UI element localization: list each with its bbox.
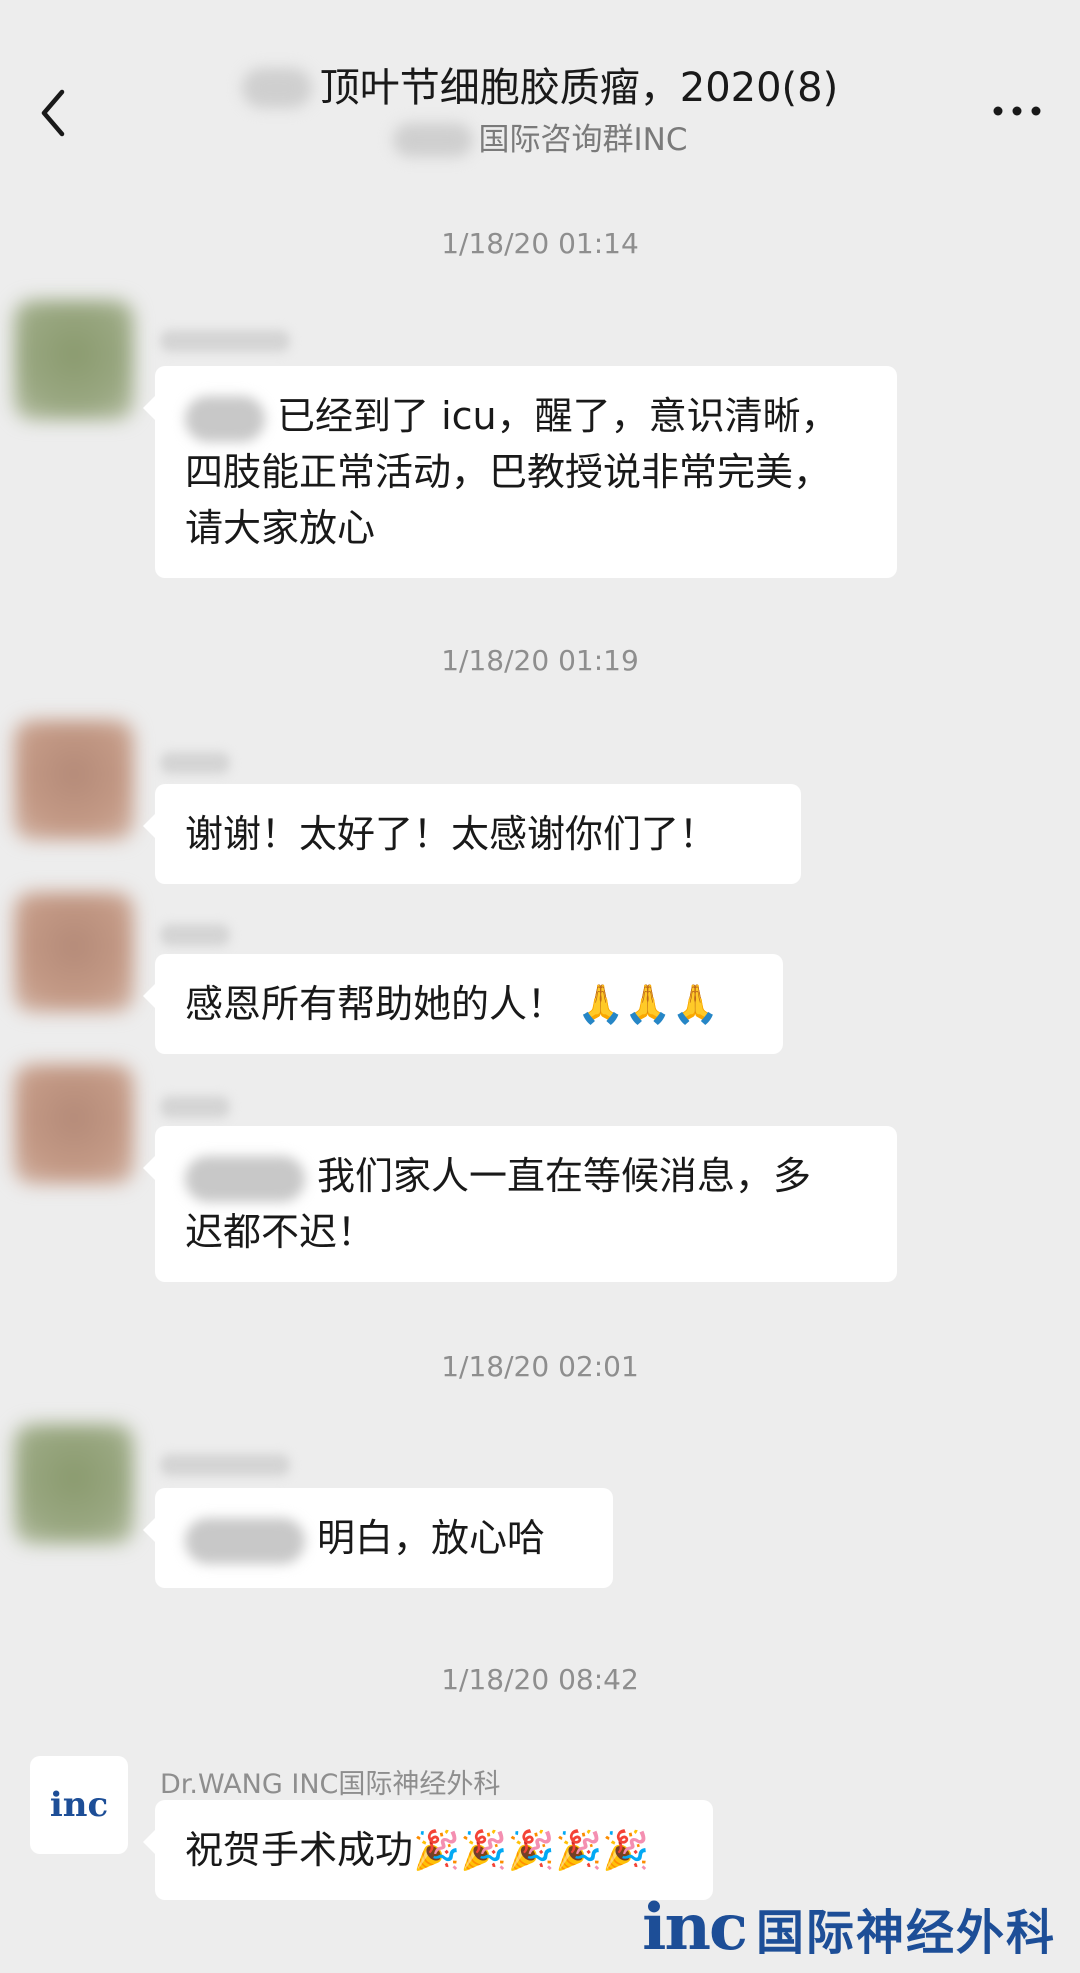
more-dots-icon [993,106,1041,116]
redacted-name [185,1155,305,1202]
message-text: 请大家放心 [185,506,376,550]
chat-subtitle-row: 国际咨询群INC [392,118,688,162]
back-button[interactable] [28,78,78,148]
message-bubble[interactable]: 明白，放心哈 [143,1488,613,1588]
chat-title-block: 顶叶节细胞胶质瘤，2020(8) 国际咨询群INC [180,58,900,162]
sender-name [160,752,230,774]
message-text: 感恩所有帮助她的人！ [185,982,566,1026]
watermark: inc 国际神经外科 [642,1890,1056,1965]
sender-name [160,330,290,352]
redacted-name [185,395,265,442]
avatar[interactable]: inc [30,1756,128,1854]
praying-hands-emoji: 🙏🙏🙏 [577,982,720,1026]
chat-title: 顶叶节细胞胶质瘤，2020(8) [319,65,839,111]
message-text: 已经到了 icu，醒了，意识清晰， [277,394,839,438]
sender-name [160,1096,230,1118]
timestamp: 1/18/20 08:42 [441,1663,639,1696]
timestamp: 1/18/20 02:01 [441,1350,639,1383]
redacted-name [185,1517,305,1564]
inc-logo: inc [49,1785,109,1825]
message-text: 明白，放心哈 [317,1516,546,1560]
redacted-name [241,68,312,108]
message-bubble[interactable]: 祝贺手术成功🎉🎉🎉🎉🎉 [143,1800,713,1900]
avatar[interactable] [14,1424,134,1544]
message-bubble[interactable]: 我们家人一直在等候消息，多 迟都不迟！ [143,1126,897,1282]
avatar[interactable] [14,300,134,420]
timestamp: 1/18/20 01:14 [441,227,639,260]
timestamp: 1/18/20 01:19 [441,644,639,677]
message-text: 迟都不迟！ [185,1210,376,1254]
sender-name [160,1454,290,1476]
party-popper-emoji: 🎉🎉🎉🎉🎉 [413,1828,650,1872]
watermark-text: 国际神经外科 [755,1906,1056,1960]
message-text: 我们家人一直在等候消息，多 [317,1154,812,1198]
message-text: 谢谢！太好了！太感谢你们了！ [185,812,718,856]
inc-logo: inc [642,1890,748,1965]
message-text: 四肢能正常活动，巴教授说非常完美， [185,450,832,494]
message-bubble[interactable]: 感恩所有帮助她的人！ 🙏🙏🙏 [143,954,783,1054]
message-bubble[interactable]: 谢谢！太好了！太感谢你们了！ [143,784,801,884]
chat-header: 顶叶节细胞胶质瘤，2020(8) 国际咨询群INC [0,0,1080,172]
chat-subtitle: 国际咨询群INC [478,122,688,158]
chat-title-row: 顶叶节细胞胶质瘤，2020(8) [241,58,839,118]
avatar[interactable] [14,1064,134,1184]
avatar[interactable] [14,720,134,840]
redacted-name [392,123,473,157]
avatar[interactable] [14,892,134,1012]
message-text: 祝贺手术成功 [185,1828,414,1872]
sender-name [160,924,230,946]
chevron-left-icon [41,89,65,137]
more-button[interactable] [982,86,1052,136]
message-bubble[interactable]: 已经到了 icu，醒了，意识清晰， 四肢能正常活动，巴教授说非常完美， 请大家放… [143,366,897,578]
sender-name: Dr.WANG INC国际神经外科 [160,1769,501,1800]
